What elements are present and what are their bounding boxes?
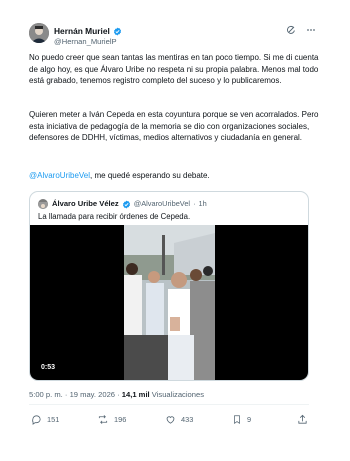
share-button[interactable] — [297, 414, 308, 425]
more-icon[interactable] — [306, 25, 316, 35]
quoted-author-row: Álvaro Uribe Vélez @AlvaroUribeVel · 1h — [52, 198, 207, 210]
verified-badge-icon — [122, 200, 130, 208]
author-handle[interactable]: @Hernan_MurielP — [54, 37, 117, 47]
author-avatar[interactable] — [29, 23, 49, 43]
quoted-text: La llamada para recibir órdenes de Ceped… — [38, 212, 191, 221]
divider — [29, 404, 309, 405]
post-date[interactable]: 19 may. 2026 — [70, 390, 115, 399]
meta-separator-2: · — [117, 390, 120, 399]
meta-separator: · — [64, 390, 68, 399]
author-name-row: Hernán Muriel — [54, 25, 122, 37]
post-meta: 5:00 p. m. · 19 may. 2026 · 14,1 mil Vis… — [29, 390, 204, 400]
video-thumbnail — [124, 225, 215, 380]
reply-icon — [32, 415, 41, 425]
author-name[interactable]: Hernán Muriel — [54, 25, 110, 37]
verified-badge-icon — [113, 27, 121, 35]
quoted-author-avatar[interactable] — [38, 199, 48, 209]
repost-count: 196 — [114, 414, 127, 424]
views-count: 14,1 mil — [121, 390, 150, 399]
post-time[interactable]: 5:00 p. m. — [29, 390, 63, 399]
quoted-author-name[interactable]: Álvaro Uribe Vélez — [52, 198, 119, 210]
share-icon — [298, 414, 307, 424]
post-text-paragraph-1: No puedo creer que sean tantas las menti… — [29, 53, 319, 86]
bookmark-count: 9 — [247, 414, 252, 424]
video-duration: 0:53 — [37, 361, 60, 374]
like-count: 433 — [181, 414, 194, 424]
post: Hernán Muriel @Hernan_MurielP No puedo c… — [0, 0, 350, 461]
views-label: Visualizaciones — [151, 390, 205, 399]
heart-icon — [166, 416, 175, 424]
reply-count: 151 — [47, 414, 60, 424]
quoted-time[interactable]: 1h — [199, 198, 207, 210]
post-text-paragraph-2: Quieren meter a Iván Cepeda en esta coyu… — [29, 110, 319, 143]
post-text-paragraph-3: @AlvaroUribeVel, me quedé esperando su d… — [29, 170, 321, 182]
quoted-video[interactable]: 0:53 — [30, 225, 308, 380]
bookmark-button[interactable]: 9 — [232, 414, 251, 425]
reply-button[interactable]: 151 — [31, 414, 59, 425]
like-button[interactable]: 433 — [165, 414, 193, 425]
repost-button[interactable]: 196 — [97, 414, 126, 425]
quoted-post[interactable]: Álvaro Uribe Vélez @AlvaroUribeVel · 1h … — [29, 191, 309, 381]
quoted-separator: · — [193, 199, 196, 208]
grok-icon[interactable] — [286, 25, 296, 35]
mention-link[interactable]: @AlvaroUribeVel — [29, 171, 90, 180]
repost-icon — [98, 415, 108, 424]
quoted-author-handle[interactable]: @AlvaroUribeVel — [134, 198, 190, 210]
post-top-actions — [286, 25, 316, 35]
bookmark-icon — [234, 415, 240, 424]
post-text-paragraph-3-rest: , me quedé esperando su debate. — [90, 171, 210, 180]
